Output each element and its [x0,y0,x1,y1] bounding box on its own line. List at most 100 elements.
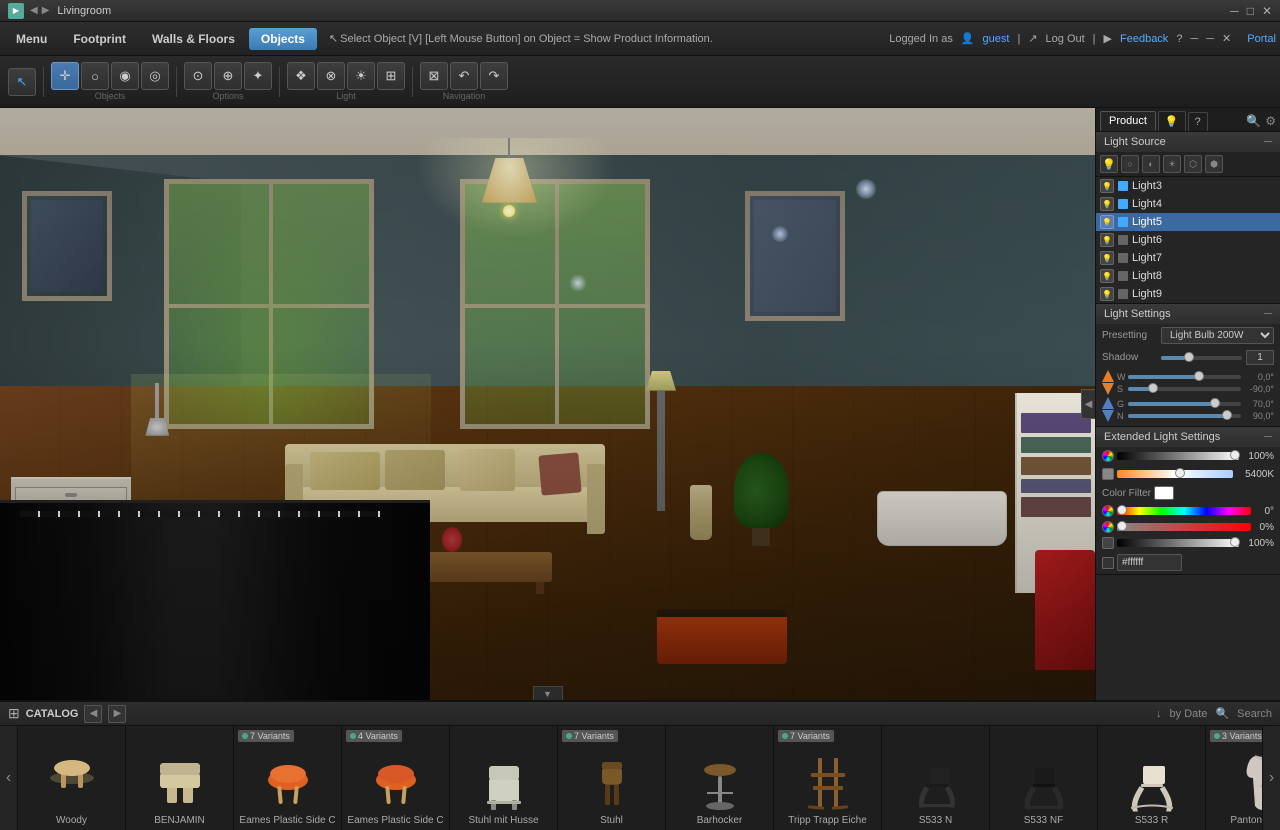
menu-item-menu[interactable]: Menu [4,28,59,50]
panel-search-icon[interactable]: 🔍 [1246,114,1261,128]
light-item-light8[interactable]: 💡 Light8 [1096,267,1280,285]
catalog-item-woody[interactable]: Woody [18,726,126,830]
s-slider[interactable] [1128,387,1241,391]
intensity-slider[interactable] [1117,452,1239,460]
sort-label[interactable]: by Date [1170,708,1208,720]
w-slider[interactable] [1128,375,1241,379]
extended-light-header[interactable]: Extended Light Settings ─ [1096,427,1280,447]
catalog-item-eames2[interactable]: 4 Variants Eames Plastic Side C [342,726,450,830]
viewport-collapse-btn[interactable]: ▼ [533,686,563,700]
product-tab-help[interactable]: ? [1188,112,1208,131]
light-item-light3[interactable]: 💡 Light3 [1096,177,1280,195]
shadow-slider[interactable] [1161,356,1242,360]
toolbar-select-btn[interactable]: ✛ [51,62,79,90]
logout-btn[interactable]: Log Out [1046,33,1085,45]
catalog-item-s533r[interactable]: S533 R [1098,726,1206,830]
light6-toggle[interactable] [1118,235,1128,245]
menu-item-objects[interactable]: Objects [249,28,317,50]
catalog-item-stuhl-husse[interactable]: Stuhl mit Husse [450,726,558,830]
nav-back[interactable]: ◀ [30,5,38,16]
menu-item-walls-floors[interactable]: Walls & Floors [140,28,247,50]
presetting-select[interactable]: Light Bulb 200W [1161,327,1274,344]
panel-toggle-btn[interactable]: ◀ [1081,389,1095,419]
catalog-right-nav[interactable]: › [1262,726,1280,830]
close-btn[interactable]: ✕ [1262,4,1272,18]
panel-settings-icon[interactable]: ⚙ [1265,114,1276,128]
light-source-collapse[interactable]: ─ [1264,136,1272,148]
viewport[interactable]: ▼ ◀ [0,108,1095,700]
toolbar-cursor-btn[interactable]: ↖ [8,68,36,96]
light-settings-collapse[interactable]: ─ [1264,308,1272,320]
light-type3-btn[interactable]: ☀ [1163,155,1181,173]
product-tab-light[interactable]: 💡 [1158,111,1186,131]
light-type2-btn[interactable]: ◐ [1142,155,1160,173]
catalog-item-benjamin[interactable]: BENJAMIN [126,726,234,830]
hex-checkbox[interactable] [1102,557,1114,569]
light-item-light6[interactable]: 💡 Light6 [1096,231,1280,249]
portal-btn[interactable]: Portal [1247,33,1276,45]
toolbar-opt1-btn[interactable]: ⊙ [184,62,212,90]
toolbar-cam2-btn[interactable]: ◉ [111,62,139,90]
light-type4-btn[interactable]: ⬡ [1184,155,1202,173]
search-label[interactable]: Search [1237,708,1272,720]
extended-light-collapse[interactable]: ─ [1264,431,1272,443]
n-slider[interactable] [1128,414,1241,418]
catalog-item-s533n[interactable]: S533 N [882,726,990,830]
toolbar-light1-btn[interactable]: ❖ [287,62,315,90]
light9-toggle[interactable] [1118,289,1128,299]
minimize-btn[interactable]: ─ [1230,4,1239,18]
color-filter-swatch[interactable] [1154,486,1174,500]
toolbar-rotate-btn[interactable]: ○ [81,62,109,90]
menu-item-footprint[interactable]: Footprint [61,28,138,50]
toolbar-nav2-btn[interactable]: ↶ [450,62,478,90]
saturation-slider[interactable] [1117,523,1251,531]
feedback-btn[interactable]: Feedback [1120,33,1168,45]
light-item-light5[interactable]: 💡 Light5 [1096,213,1280,231]
toolbar-light4-btn[interactable]: ⊞ [377,62,405,90]
color-temp-slider[interactable] [1117,470,1233,478]
light-item-light4[interactable]: 💡 Light4 [1096,195,1280,213]
g-slider[interactable] [1128,402,1241,406]
minimize2-btn[interactable]: ─ [1206,33,1214,45]
color-rainbow-slider[interactable] [1117,507,1251,515]
catalog-nav-next[interactable]: ▶ [108,705,126,723]
light-item-light9[interactable]: 💡 Light9 [1096,285,1280,303]
light4-toggle[interactable] [1118,199,1128,209]
catalog-icon: ⊞ [8,705,20,722]
maximize-btn[interactable]: □ [1247,4,1254,18]
light7-toggle[interactable] [1118,253,1128,263]
shadow-value[interactable] [1246,350,1274,365]
light5-toggle[interactable] [1118,217,1128,227]
catalog-item-barhocker[interactable]: Barhocker [666,726,774,830]
catalog-item-tripp-trapp[interactable]: 7 Variants Tripp Trapp Eiche [774,726,882,830]
toolbar-opt3-btn[interactable]: ✦ [244,62,272,90]
toolbar-light3-btn[interactable]: ☀ [347,62,375,90]
toolbar-nav3-btn[interactable]: ↷ [480,62,508,90]
catalog-left-nav[interactable]: ‹ [0,726,18,830]
close2-btn[interactable]: ✕ [1222,32,1231,45]
username: guest [983,33,1010,45]
help-btn[interactable]: ? [1176,33,1182,45]
light3-toggle[interactable] [1118,181,1128,191]
light-type5-btn[interactable]: ⬢ [1205,155,1223,173]
light8-toggle[interactable] [1118,271,1128,281]
catalog-item-panton[interactable]: 3 Variants Panton Chair [1206,726,1262,830]
light-add-btn[interactable]: 💡 [1100,155,1118,173]
toolbar-opt2-btn[interactable]: ⊕ [214,62,242,90]
s533r-img [1117,748,1187,813]
nav-fwd[interactable]: ▶ [42,5,50,16]
catalog-item-eames1[interactable]: 7 Variants Eames Plastic Side C [234,726,342,830]
product-tab-product[interactable]: Product [1100,111,1156,131]
light-source-header[interactable]: Light Source ─ [1096,132,1280,152]
catalog-nav-prev[interactable]: ◀ [84,705,102,723]
light-item-light7[interactable]: 💡 Light7 [1096,249,1280,267]
catalog-item-s533nf[interactable]: S533 NF [990,726,1098,830]
toolbar-light2-btn[interactable]: ⊗ [317,62,345,90]
toolbar-cam3-btn[interactable]: ◎ [141,62,169,90]
catalog-item-stuhl[interactable]: 7 Variants Stuhl [558,726,666,830]
brightness-slider[interactable] [1117,539,1239,547]
hex-input[interactable] [1117,554,1182,571]
toolbar-nav1-btn[interactable]: ⊠ [420,62,448,90]
light-settings-header[interactable]: Light Settings ─ [1096,304,1280,324]
light-type1-btn[interactable]: ○ [1121,155,1139,173]
